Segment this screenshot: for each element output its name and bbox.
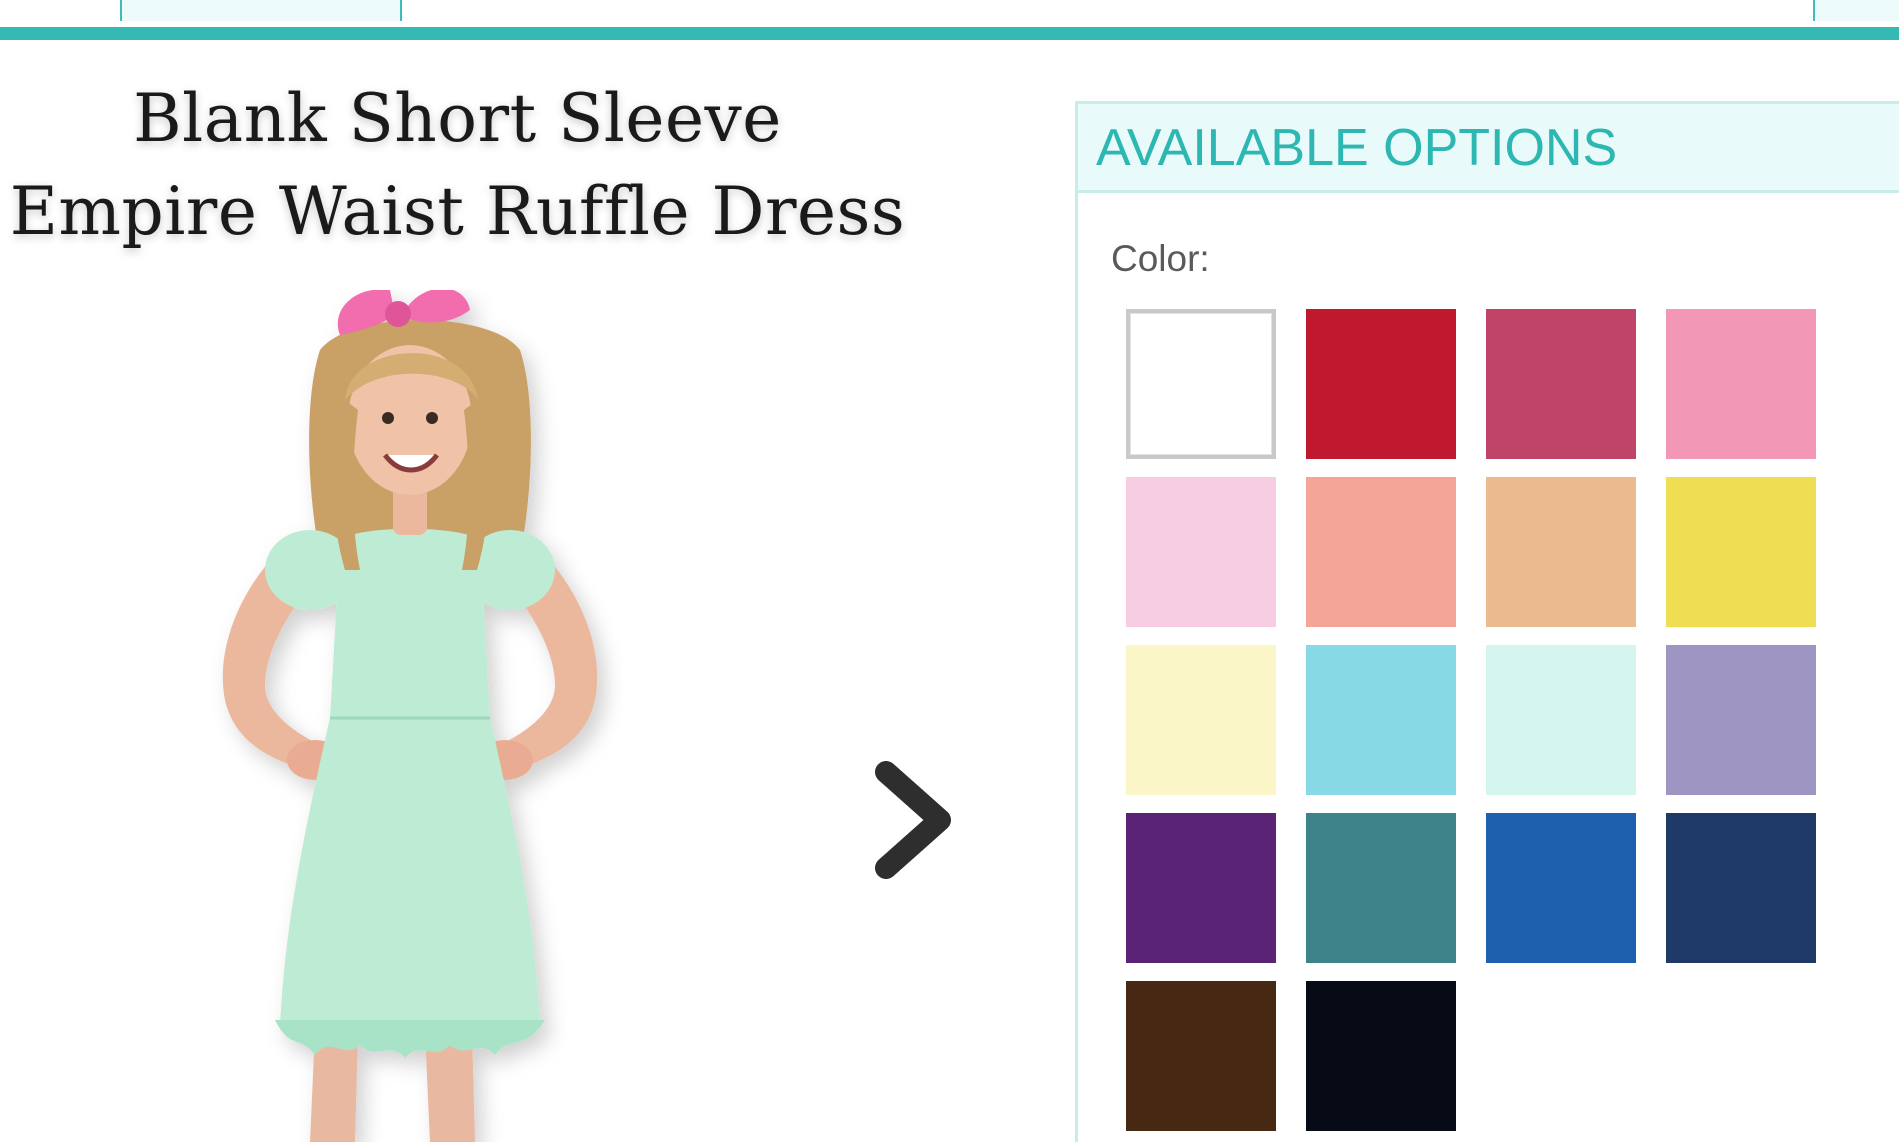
chevron-right-icon — [875, 761, 951, 879]
color-swatch[interactable] — [1126, 477, 1276, 627]
product-photo — [222, 290, 598, 1142]
nav-tab[interactable] — [1813, 0, 1899, 21]
color-swatch[interactable] — [1126, 813, 1276, 963]
options-header: AVAILABLE OPTIONS — [1078, 104, 1899, 193]
color-swatch[interactable] — [1126, 309, 1276, 459]
color-swatch[interactable] — [1306, 813, 1456, 963]
top-nav — [0, 0, 1899, 40]
product-title: Blank Short Sleeve Empire Waist Ruffle D… — [9, 80, 906, 250]
color-swatch[interactable] — [1666, 309, 1816, 459]
nav-divider — [0, 27, 1899, 40]
color-swatch[interactable] — [1486, 813, 1636, 963]
color-swatch[interactable] — [1306, 477, 1456, 627]
carousel-next-button[interactable] — [868, 760, 958, 880]
color-swatch[interactable] — [1306, 645, 1456, 795]
color-swatch[interactable] — [1306, 981, 1456, 1131]
color-swatch[interactable] — [1306, 309, 1456, 459]
color-swatch-grid — [1126, 309, 1816, 1131]
color-swatch[interactable] — [1486, 309, 1636, 459]
color-swatch[interactable] — [1126, 645, 1276, 795]
options-panel: AVAILABLE OPTIONS Color: — [1075, 101, 1899, 1142]
product-image[interactable] — [180, 290, 700, 1142]
color-label: Color: — [1111, 238, 1210, 279]
color-swatch[interactable] — [1126, 981, 1276, 1131]
options-title: AVAILABLE OPTIONS — [1096, 119, 1618, 177]
color-swatch[interactable] — [1666, 645, 1816, 795]
color-swatch[interactable] — [1666, 813, 1816, 963]
color-swatch[interactable] — [1486, 645, 1636, 795]
color-swatch[interactable] — [1666, 477, 1816, 627]
color-swatch[interactable] — [1486, 477, 1636, 627]
product-page: Blank Short Sleeve Empire Waist Ruffle D… — [0, 0, 1899, 1142]
nav-tab[interactable] — [120, 0, 402, 21]
